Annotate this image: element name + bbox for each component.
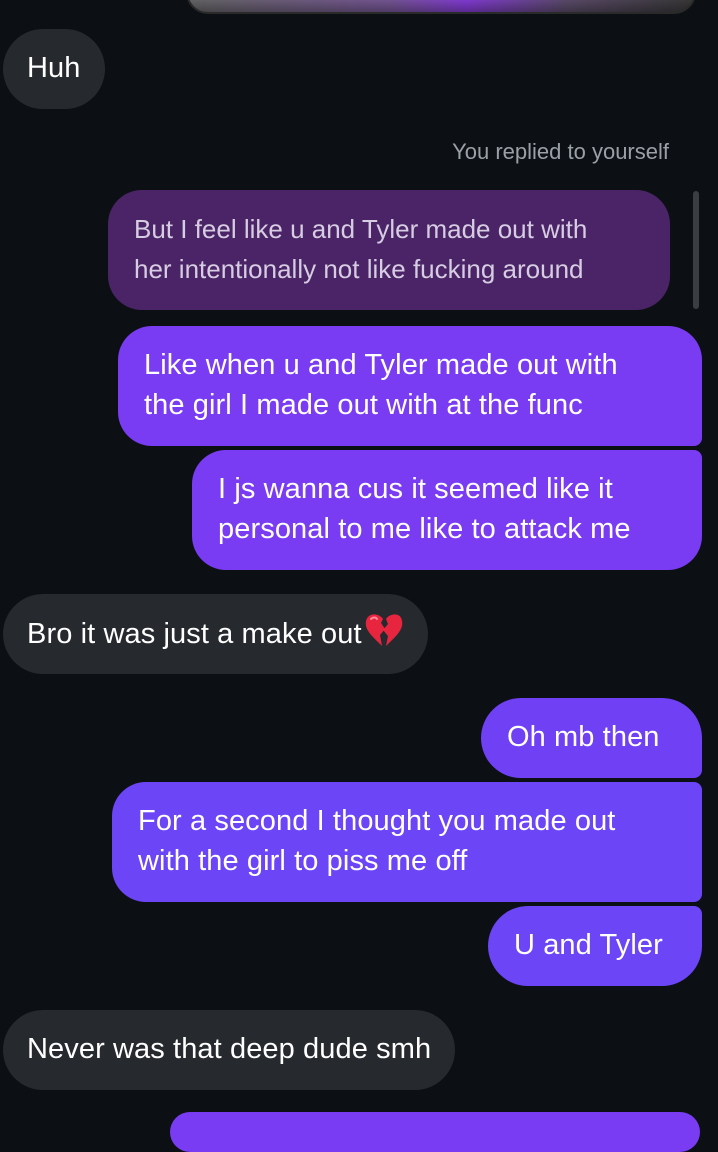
message-text-line: the girl I made out with at the func bbox=[144, 389, 583, 421]
quoted-text-line: But I feel like u and Tyler made out wit… bbox=[134, 214, 588, 244]
message-bubble-outgoing[interactable]: Like when u and Tyler made out with the … bbox=[118, 326, 702, 446]
broken-heart-icon bbox=[364, 613, 404, 649]
message-text: Oh mb then bbox=[507, 721, 660, 753]
quoted-message[interactable]: But I feel like u and Tyler made out wit… bbox=[108, 190, 670, 310]
message-bubble-outgoing[interactable]: I js wanna cus it seemed like it persona… bbox=[192, 450, 702, 570]
message-text-line: personal to me like to attack me bbox=[218, 513, 631, 545]
message-text-line: I js wanna cus it seemed like it bbox=[218, 473, 613, 505]
shared-media-preview[interactable] bbox=[186, 0, 696, 14]
message-bubble-incoming[interactable]: Huh bbox=[3, 29, 105, 109]
message-bubble-outgoing[interactable]: For a second I thought you made out with… bbox=[112, 782, 702, 902]
message-text-line: For a second I thought you made out bbox=[138, 805, 616, 837]
message-text-line: with the girl to piss me off bbox=[138, 845, 468, 877]
quoted-text-line: her intentionally not like fucking aroun… bbox=[134, 254, 584, 284]
message-text: Bro it was just a make out bbox=[27, 618, 362, 650]
message-text: Huh bbox=[27, 52, 81, 84]
reply-indicator-bar bbox=[693, 191, 699, 309]
message-text: Never was that deep dude smh bbox=[27, 1033, 432, 1065]
message-text-line: Like when u and Tyler made out with bbox=[144, 349, 618, 381]
message-bubble-incoming[interactable]: Bro it was just a make out bbox=[3, 594, 428, 674]
reply-context-label: You replied to yourself bbox=[452, 139, 669, 164]
message-bubble-outgoing-cropped[interactable] bbox=[170, 1112, 700, 1152]
message-bubble-outgoing[interactable]: U and Tyler bbox=[488, 906, 702, 986]
message-text: U and Tyler bbox=[514, 929, 663, 961]
message-bubble-outgoing[interactable]: Oh mb then bbox=[481, 698, 702, 778]
message-bubble-incoming[interactable]: Never was that deep dude smh bbox=[3, 1010, 456, 1090]
